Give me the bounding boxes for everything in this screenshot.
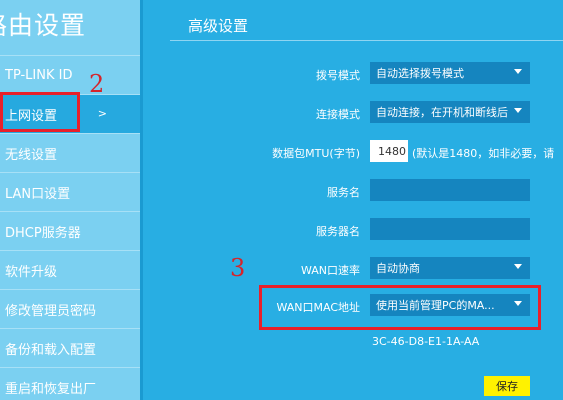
- service-name-label: 服务名: [327, 186, 360, 199]
- title-divider: [170, 40, 563, 41]
- wan-mac-label: WAN口MAC地址: [276, 301, 360, 314]
- sidebar: 路由设置 TP-LINK ID 上网设置 > 无线设置 LAN口设置 DHCP服…: [0, 0, 140, 400]
- sidebar-item-firmware-upgrade[interactable]: 软件升级: [0, 250, 140, 289]
- sidebar-item-change-admin-password[interactable]: 修改管理员密码: [0, 289, 140, 328]
- dial-mode-value: 自动选择拨号模式: [376, 67, 464, 80]
- wan-speed-value: 自动协商: [376, 262, 420, 275]
- annotation-step-3: 3: [230, 254, 246, 282]
- wan-mac-select[interactable]: 使用当前管理PC的MA...: [370, 294, 530, 316]
- mtu-input[interactable]: [370, 140, 408, 162]
- dropdown-arrow-icon: [514, 69, 522, 74]
- service-name-input[interactable]: [370, 179, 530, 201]
- chevron-right-icon: >: [97, 107, 107, 120]
- sidebar-divider: [140, 0, 143, 400]
- wan-mac-address: 3C-46-D8-E1-1A-AA: [372, 335, 480, 348]
- mtu-hint: (默认是1480，如非必要，请: [412, 147, 555, 160]
- dropdown-arrow-icon: [514, 301, 522, 306]
- wan-speed-select[interactable]: 自动协商: [370, 257, 530, 279]
- sidebar-item-backup-restore[interactable]: 备份和载入配置: [0, 328, 140, 367]
- dial-mode-select[interactable]: 自动选择拨号模式: [370, 62, 530, 84]
- save-button[interactable]: 保存: [484, 376, 530, 396]
- page-title: 高级设置: [188, 17, 249, 35]
- connect-mode-value: 自动连接，在开机和断线后: [376, 106, 508, 119]
- wan-mac-value: 使用当前管理PC的MA...: [376, 299, 495, 312]
- sidebar-item-wireless-settings[interactable]: 无线设置: [0, 133, 140, 172]
- sidebar-item-label: TP-LINK ID: [5, 67, 73, 83]
- sidebar-item-internet-settings[interactable]: 上网设置 >: [0, 94, 140, 133]
- mtu-label: 数据包MTU(字节): [272, 147, 360, 160]
- dial-mode-label: 拨号模式: [316, 69, 360, 82]
- server-name-label: 服务器名: [316, 225, 360, 238]
- sidebar-item-label: 上网设置: [5, 108, 58, 124]
- server-name-input[interactable]: [370, 218, 530, 240]
- sidebar-item-label: DHCP服务器: [5, 225, 81, 241]
- dropdown-arrow-icon: [514, 264, 522, 269]
- annotation-step-2: 2: [89, 70, 105, 98]
- sidebar-item-tplink-id[interactable]: TP-LINK ID: [0, 55, 140, 94]
- sidebar-item-label: 无线设置: [5, 147, 58, 163]
- sidebar-item-dhcp-server[interactable]: DHCP服务器: [0, 211, 140, 250]
- wan-speed-label: WAN口速率: [300, 264, 360, 277]
- dropdown-arrow-icon: [514, 108, 522, 113]
- sidebar-item-label: 修改管理员密码: [5, 303, 97, 319]
- sidebar-item-label: 重启和恢复出厂: [5, 381, 97, 397]
- sidebar-item-label: 软件升级: [5, 264, 58, 280]
- connect-mode-label: 连接模式: [316, 108, 360, 121]
- sidebar-item-reboot-factory-reset[interactable]: 重启和恢复出厂: [0, 367, 140, 400]
- sidebar-title: 路由设置: [0, 11, 87, 40]
- sidebar-item-lan-settings[interactable]: LAN口设置: [0, 172, 140, 211]
- sidebar-item-label: 备份和载入配置: [5, 342, 97, 358]
- connect-mode-select[interactable]: 自动连接，在开机和断线后: [370, 101, 530, 123]
- sidebar-item-label: LAN口设置: [5, 186, 71, 202]
